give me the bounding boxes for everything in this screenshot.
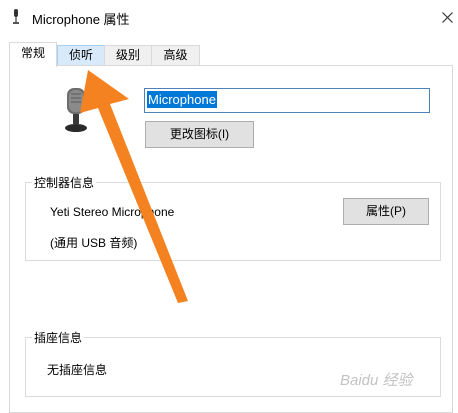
controller-info-heading: 控制器信息 (32, 174, 97, 191)
device-name-value: Microphone (147, 91, 217, 108)
device-name-input[interactable]: Microphone (144, 88, 430, 113)
tab-general-label: 常规 (20, 46, 45, 60)
controller-device-type: (通用 USB 音频) (50, 236, 138, 250)
tab-listen[interactable]: 侦听 (57, 45, 105, 65)
microphone-icon (13, 9, 19, 24)
properties-label: 属性(P) (366, 204, 406, 218)
jack-info-heading: 插座信息 (32, 329, 85, 346)
close-button[interactable] (430, 0, 458, 34)
tab-advanced-label: 高级 (163, 48, 188, 62)
tab-general[interactable]: 常规 (9, 42, 57, 67)
change-icon-label: 更改图标(I) (169, 127, 230, 141)
tab-levels[interactable]: 级别 (104, 45, 152, 65)
change-icon-button[interactable]: 更改图标(I) (145, 121, 254, 148)
tab-listen-label: 侦听 (68, 48, 93, 62)
window-title: Microphone 属性 (32, 12, 130, 27)
watermark: Baidu 经验 (340, 372, 413, 389)
close-icon (442, 12, 453, 23)
controller-device-name: Yeti Stereo Microphone (50, 205, 175, 219)
title-bar: Microphone 属性 (0, 0, 458, 34)
tab-levels-label: 级别 (115, 48, 140, 62)
microphone-device-icon (65, 88, 87, 132)
tab-bar: 常规 侦听 级别 高级 (0, 42, 458, 67)
properties-button[interactable]: 属性(P) (343, 198, 429, 225)
jack-info-text: 无插座信息 (47, 363, 108, 377)
tab-advanced[interactable]: 高级 (151, 45, 200, 65)
